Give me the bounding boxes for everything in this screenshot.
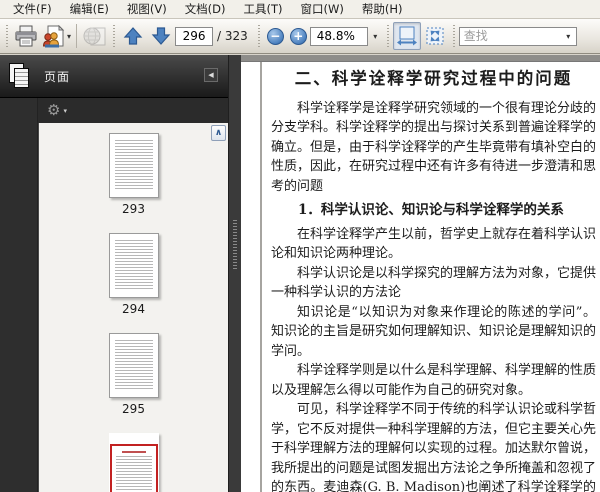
- paragraph: 在科学诠释学产生以前，哲学史上就存在着科学认识论和知识论两种理论。: [271, 226, 596, 262]
- thumbnail-image[interactable]: [108, 333, 159, 398]
- page-number-input[interactable]: [175, 26, 214, 46]
- document-view[interactable]: 二、科学诠释学研究过程中的问题 科学诠释学是诠释学研究领域的一个很有理论分歧的分…: [241, 55, 600, 492]
- zoom-dropdown-caret[interactable]: ▾: [368, 27, 383, 46]
- menu-view[interactable]: 视图(V): [118, 0, 176, 19]
- panel-splitter[interactable]: [228, 55, 241, 492]
- web-capture-button: [81, 22, 109, 50]
- pages-panel-title: 页面: [44, 69, 71, 84]
- zoom-out-button[interactable]: −: [266, 27, 284, 45]
- page-total-label: / 323: [217, 29, 248, 43]
- menu-help[interactable]: 帮助(H): [353, 0, 412, 19]
- panel-tab-strip: [0, 98, 38, 492]
- next-page-button[interactable]: [147, 22, 175, 50]
- menu-tools[interactable]: 工具(T): [235, 0, 292, 19]
- page-top-edge: [241, 55, 600, 62]
- find-input[interactable]: [459, 29, 561, 43]
- thumbnails-options-bar: ⚙ ▾: [38, 98, 228, 123]
- paragraph: 科学诠释学则是以什么是科学理解、科学理解的性质以及理解怎么得以可能作为自己的研究…: [271, 363, 596, 398]
- menu-window[interactable]: 窗口(W): [292, 0, 353, 19]
- page-left-edge: [260, 62, 262, 492]
- toolbar: ▾ / 323 −: [0, 19, 600, 54]
- arrow-down-icon: [151, 26, 171, 46]
- find-dropdown-caret[interactable]: ▾: [561, 27, 576, 46]
- page-content: 二、科学诠释学研究过程中的问题 科学诠释学是诠释学研究领域的一个很有理论分歧的分…: [271, 65, 596, 492]
- thumbnail-image[interactable]: [108, 233, 159, 298]
- gear-dropdown-caret[interactable]: ▾: [63, 107, 67, 115]
- thumbnail-label: 295: [122, 402, 145, 416]
- find-box: ▾: [458, 26, 577, 46]
- fit-page-button[interactable]: [421, 22, 449, 50]
- printer-icon: [14, 25, 38, 47]
- fit-width-icon: [396, 26, 418, 46]
- collaborate-share-icon: [41, 24, 65, 48]
- pages-icon: [9, 62, 31, 90]
- toolbar-grip[interactable]: [256, 25, 261, 47]
- toolbar-grip[interactable]: [385, 25, 390, 47]
- menu-document[interactable]: 文档(D): [176, 0, 235, 19]
- gear-options-icon[interactable]: ⚙: [47, 103, 60, 118]
- thumbnail-page-296-selected[interactable]: 296: [108, 433, 159, 492]
- thumbnail-page-295[interactable]: 295: [108, 333, 159, 416]
- toolbar-grip[interactable]: [5, 25, 9, 47]
- main-area: 页面 ◀ ⚙ ▾ ∧ 293 294 295 二、科学诠释学研究过程中的问题 科…: [0, 55, 600, 492]
- navigation-sidebar: 页面 ◀ ⚙ ▾ ∧ 293 294 295: [0, 55, 228, 492]
- thumbnail-page-294[interactable]: 294: [108, 233, 159, 316]
- current-view-red-box: [109, 444, 158, 492]
- paragraph: 知识论是“以知识为对象来作理论的陈述的学问”。知识论的主旨是研究如何理解知识、知…: [271, 304, 596, 359]
- section-title: 二、科学诠释学研究过程中的问题: [294, 69, 573, 88]
- globe-document-icon: [83, 25, 107, 47]
- splitter-grip[interactable]: [233, 220, 237, 270]
- toolbar-grip[interactable]: [451, 25, 456, 47]
- zoom-level-combo[interactable]: 48.8%: [309, 26, 368, 46]
- paragraph: 可见，科学诠释学不同于传统的科学认识论或科学哲学，它不反对提供一种科学理解的方法…: [271, 402, 596, 492]
- thumbnail-label: 293: [122, 202, 145, 216]
- scrollbar-up-button[interactable]: ∧: [211, 125, 226, 141]
- paragraph: 科学诠释学是诠释学研究领域的一个很有理论分歧的分支学科。科学诠释学的提出与探讨关…: [271, 100, 596, 194]
- thumbnail-image[interactable]: [108, 133, 159, 198]
- thumbnail-page-293[interactable]: 293: [108, 133, 159, 216]
- arrow-up-icon: [123, 26, 143, 46]
- zoom-in-button[interactable]: +: [289, 27, 307, 45]
- toolbar-separator: [76, 24, 78, 48]
- pages-panel-header: 页面 ◀: [0, 55, 228, 98]
- menu-edit[interactable]: 编辑(E): [61, 0, 118, 19]
- thumbnail-image-current[interactable]: [108, 433, 159, 492]
- fit-width-button[interactable]: [392, 22, 421, 50]
- previous-page-button[interactable]: [119, 22, 147, 50]
- sub-heading: 1．科学认识论、知识论与科学诠释学的关系: [298, 202, 564, 218]
- toolbar-grip[interactable]: [112, 25, 117, 47]
- thumbnail-label: 294: [122, 302, 145, 316]
- collapse-panel-button[interactable]: ◀: [204, 68, 218, 82]
- collaborate-button[interactable]: ▾: [40, 22, 72, 50]
- collaborate-dropdown-caret[interactable]: ▾: [67, 32, 71, 41]
- print-button[interactable]: [12, 22, 40, 50]
- paragraph: 科学认识论是以科学探究的理解方法为对象，它提供一种科学认识的方法论: [271, 265, 596, 301]
- thumbnail-list-area: ∧ 293 294 295: [38, 123, 228, 492]
- menu-file[interactable]: 文件(F): [4, 0, 61, 19]
- fit-page-icon: [424, 26, 446, 46]
- menu-bar: 文件(F) 编辑(E) 视图(V) 文档(D) 工具(T) 窗口(W) 帮助(H…: [0, 0, 600, 19]
